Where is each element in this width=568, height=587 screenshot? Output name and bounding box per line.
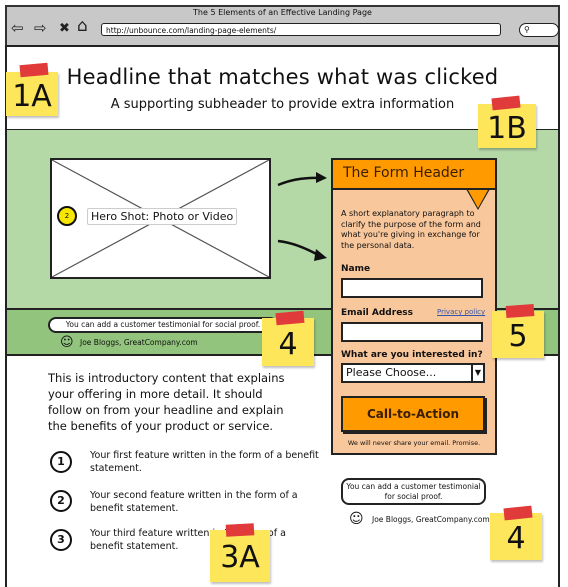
feature-number-badge: 1: [50, 451, 72, 473]
email-label: Email Address: [341, 308, 414, 318]
name-label: Name: [341, 264, 371, 274]
feature-item: Your first feature written in the form o…: [90, 450, 319, 474]
sticky-note-3a: 3A: [210, 523, 270, 582]
sticky-note-1b: 1B: [478, 95, 536, 148]
stop-icon[interactable]: ✖: [59, 21, 70, 36]
feature-item: Your third feature written in the form o…: [90, 528, 286, 552]
feature-number-badge: 3: [50, 529, 72, 551]
form-description: A short explanatory paragraph to clarify…: [341, 209, 481, 250]
smiley-avatar-icon: ☺: [349, 511, 364, 527]
sticky-note-4: 4: [262, 310, 314, 366]
url-bar[interactable]: http://unbounce.com/landing-page-element…: [101, 23, 501, 36]
subheader: A supporting subheader to provide extra …: [110, 97, 455, 112]
call-to-action-button[interactable]: Call-to-Action: [341, 396, 485, 432]
testimonial-bubble: You can add a customer testimonial for s…: [48, 317, 278, 333]
form-header: The Form Header: [331, 158, 497, 190]
header-section: Headline that matches what was clicked A…: [7, 47, 558, 131]
form-header-notch-fill: [468, 190, 488, 208]
chevron-down-icon[interactable]: ▼: [471, 365, 483, 381]
home-icon[interactable]: ⌂: [77, 18, 88, 35]
feature-item: Your second feature written in the form …: [90, 490, 298, 514]
testimonial-author: Joe Bloggs, GreatCompany.com: [372, 515, 490, 524]
sticky-label: 1B: [487, 111, 527, 146]
search-box[interactable]: ⚲: [519, 23, 559, 37]
sticky-note-1a: 1A: [6, 62, 58, 116]
testimonial-author: Joe Bloggs, GreatCompany.com: [80, 338, 198, 347]
select-value: Please Choose...: [346, 366, 437, 379]
sticky-note-4-bottom: 4: [490, 505, 542, 560]
lead-form: The Form Header A short explanatory para…: [331, 158, 497, 455]
intro-paragraph: This is introductory content that explai…: [48, 371, 285, 433]
tape: [505, 304, 535, 318]
arrows-to-form-icon: [277, 172, 327, 261]
tape: [225, 523, 255, 537]
window-title: The 5 Elements of an Effective Landing P…: [193, 8, 372, 17]
form-footer-note: We will never share your email. Promise.: [347, 439, 481, 447]
headline: Headline that matches what was clicked: [66, 65, 499, 89]
sticky-note-5: 5: [492, 304, 544, 358]
feature-number-badge: 2: [50, 490, 72, 512]
name-field[interactable]: [341, 278, 483, 298]
hero-number-badge: 2: [57, 206, 77, 226]
testimonial-bubble: You can add a customer testimonial for s…: [341, 478, 486, 505]
tape: [19, 62, 49, 78]
back-arrow-icon[interactable]: ⇦: [11, 21, 24, 36]
privacy-policy-link[interactable]: Privacy policy: [437, 308, 485, 316]
interest-select[interactable]: Please Choose... ▼: [341, 363, 485, 383]
sticky-label: 3A: [220, 540, 260, 575]
browser-chrome: The 5 Elements of an Effective Landing P…: [5, 5, 560, 45]
sticky-label: 1A: [12, 79, 52, 114]
form-title: The Form Header: [343, 165, 465, 181]
tape: [275, 310, 305, 326]
interest-label: What are you interested in?: [341, 350, 483, 360]
forward-arrow-icon[interactable]: ⇨: [34, 21, 47, 36]
smiley-avatar-icon: ☺: [60, 335, 74, 350]
hero-label: Hero Shot: Photo or Video: [87, 208, 238, 225]
sticky-label: 4: [278, 327, 298, 362]
email-field[interactable]: [341, 322, 483, 342]
search-icon: ⚲: [524, 25, 530, 34]
